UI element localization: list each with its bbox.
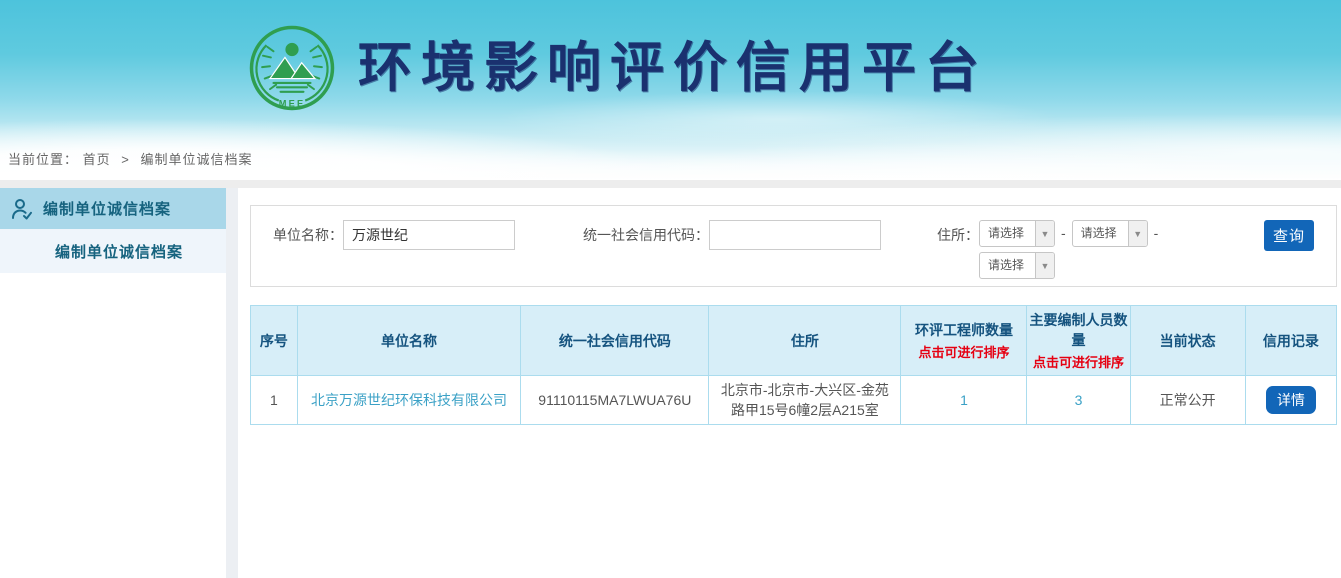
cell-status: 正常公开 [1130,376,1245,425]
cell-staff-count: 3 [1027,376,1130,425]
address-select-group: 请选择 ▼ - 请选择 ▼ - 请选择 [979,220,1164,284]
detail-button[interactable]: 详情 [1266,386,1316,414]
col-header-staff-count-sortable[interactable]: 主要编制人员数量 点击可进行排序 [1027,306,1130,376]
mee-logo-text: MEE [279,99,306,109]
col-header-credit-code: 统一社会信用代码 [521,306,709,376]
col-header-index: 序号 [251,306,298,376]
col-header-address: 住所 [709,306,901,376]
district-select-value: 请选择 [980,253,1035,278]
sidebar-item-archive-sub[interactable]: 编制单位诚信档案 [0,229,226,273]
breadcrumb: 当前位置： 首页 > 编制单位诚信档案 [8,149,253,168]
col-header-engineer-count-sortable[interactable]: 环评工程师数量 点击可进行排序 [901,306,1027,376]
breadcrumb-prefix: 当前位置： [8,152,78,167]
sort-hint: 点击可进行排序 [1029,352,1127,371]
cell-credit-code: 91110115MA7LWUA76U [521,376,709,425]
address-dash: - [1061,220,1066,247]
staff-count-link[interactable]: 3 [1075,392,1083,408]
results-table: 序号 单位名称 统一社会信用代码 住所 环评工程师数量 [250,305,1337,425]
divider-band [0,180,1341,188]
table-header-row: 序号 单位名称 统一社会信用代码 住所 环评工程师数量 [251,306,1337,376]
chevron-down-icon[interactable]: ▼ [1035,253,1054,278]
user-check-icon [10,197,34,221]
sidebar-main-gap [226,188,238,578]
site-header: MEE 环境影响评价信用平台 当前位置： 首页 > 编制单位诚信档案 [0,0,1341,180]
province-select[interactable]: 请选择 ▼ [979,220,1055,247]
credit-code-input[interactable] [709,220,881,250]
col-header-unit-name: 单位名称 [297,306,521,376]
sidebar: 编制单位诚信档案 编制单位诚信档案 [0,188,226,578]
unit-name-label: 单位名称： [273,220,343,250]
query-button[interactable]: 查询 [1264,220,1314,251]
city-select-value: 请选择 [1073,221,1128,246]
district-select[interactable]: 请选择 ▼ [979,252,1055,279]
breadcrumb-home-link[interactable]: 首页 [83,152,111,167]
col-header-credit-record: 信用记录 [1245,306,1336,376]
col-header-status: 当前状态 [1130,306,1245,376]
brand: MEE 环境影响评价信用平台 [248,22,988,114]
chevron-down-icon[interactable]: ▼ [1128,221,1147,246]
search-filter-box: 单位名称： 统一社会信用代码： 住所： 请选择 ▼ - [250,205,1337,287]
sidebar-item-label: 编制单位诚信档案 [43,198,171,219]
province-select-value: 请选择 [980,221,1035,246]
sort-hint: 点击可进行排序 [903,342,1024,361]
sidebar-subitem-label: 编制单位诚信档案 [55,241,183,262]
breadcrumb-separator: > [121,152,130,167]
sidebar-item-archive-main[interactable]: 编制单位诚信档案 [0,188,226,229]
city-select[interactable]: 请选择 ▼ [1072,220,1148,247]
mee-logo-icon: MEE [248,24,336,112]
table-row: 1 北京万源世纪环保科技有限公司 91110115MA7LWUA76U 北京市-… [251,376,1337,425]
cell-address: 北京市-北京市-大兴区-金苑路甲15号6幢2层A215室 [709,376,901,425]
cell-unit-name: 北京万源世纪环保科技有限公司 [297,376,521,425]
credit-code-label: 统一社会信用代码： [583,220,709,250]
address-label: 住所： [937,220,979,250]
cell-engineer-count: 1 [901,376,1027,425]
content-area: 编制单位诚信档案 编制单位诚信档案 单位名称： 统一社会信用代码： 住所： [0,188,1341,578]
unit-name-link[interactable]: 北京万源世纪环保科技有限公司 [311,392,507,408]
unit-name-input[interactable] [343,220,515,250]
cell-index: 1 [251,376,298,425]
cell-credit-record: 详情 [1245,376,1336,425]
breadcrumb-current: 编制单位诚信档案 [141,152,253,167]
address-dash: - [1154,220,1159,247]
engineer-count-link[interactable]: 1 [960,392,968,408]
main-panel: 单位名称： 统一社会信用代码： 住所： 请选择 ▼ - [238,188,1341,578]
site-title: 环境影响评价信用平台 [358,22,988,114]
chevron-down-icon[interactable]: ▼ [1035,221,1054,246]
page: MEE 环境影响评价信用平台 当前位置： 首页 > 编制单位诚信档案 编制单位诚… [0,0,1341,578]
